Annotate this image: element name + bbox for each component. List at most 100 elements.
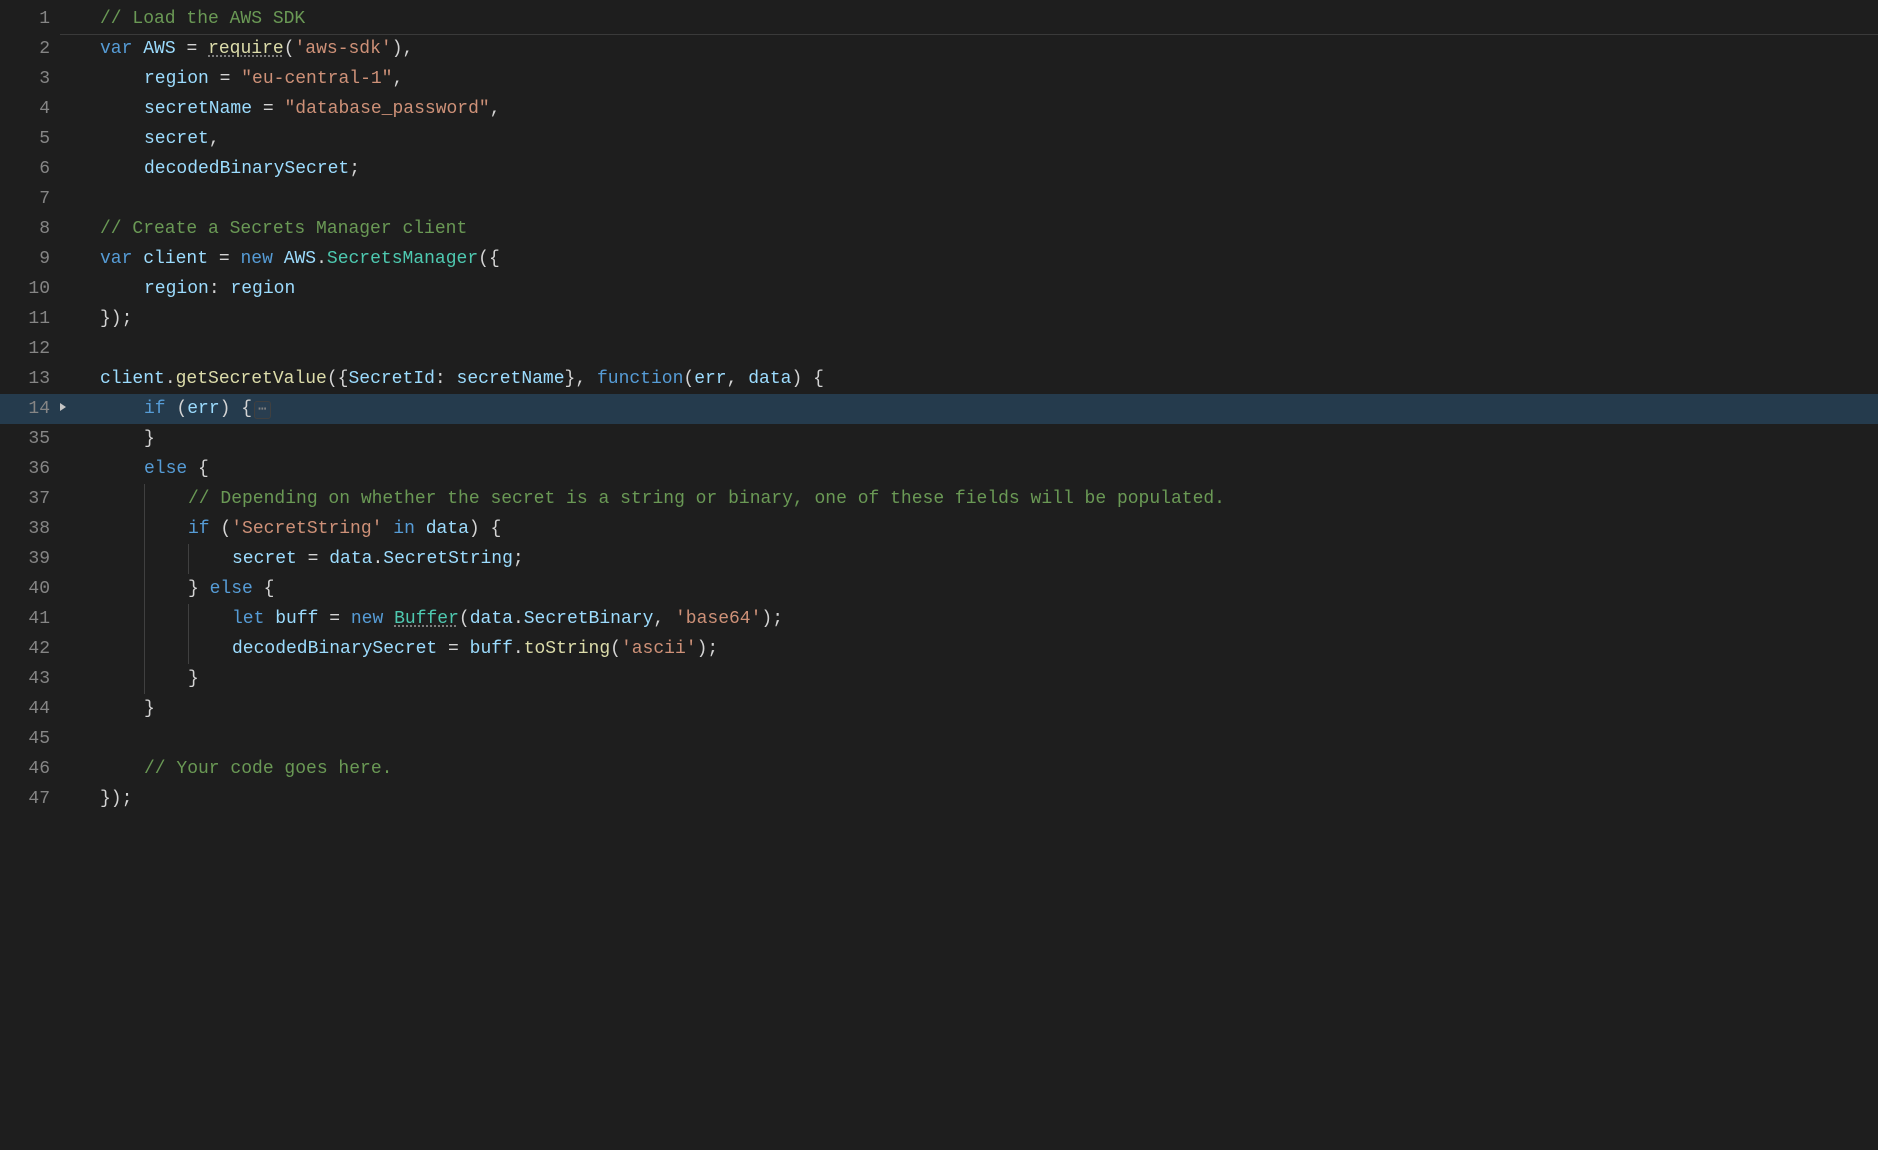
code-line[interactable]: 47}); xyxy=(0,784,1878,814)
line-number: 6 xyxy=(0,159,56,179)
code-content[interactable]: decodedBinarySecret = buff.toString('asc… xyxy=(232,639,1878,659)
line-number: 2 xyxy=(0,39,56,59)
code-content[interactable]: // Load the AWS SDK xyxy=(100,9,1878,29)
token-punc: ( xyxy=(220,519,231,539)
code-line[interactable]: 14 if (err) {⋯ xyxy=(0,394,1878,424)
fold-toggle-icon[interactable] xyxy=(56,401,78,417)
code-line[interactable]: 13client.getSecretValue({SecretId: secre… xyxy=(0,364,1878,394)
code-line[interactable]: 43} xyxy=(0,664,1878,694)
line-number: 42 xyxy=(0,639,56,659)
code-line[interactable]: 1// Load the AWS SDK xyxy=(0,4,1878,34)
line-number: 5 xyxy=(0,129,56,149)
token-var: SecretId xyxy=(348,369,434,389)
code-line[interactable]: 37// Depending on whether the secret is … xyxy=(0,484,1878,514)
code-content[interactable]: // Your code goes here. xyxy=(144,759,1878,779)
code-line[interactable]: 4secretName = "database_password", xyxy=(0,94,1878,124)
code-line[interactable]: 35} xyxy=(0,424,1878,454)
code-content[interactable]: secret, xyxy=(144,129,1878,149)
token-punc: . xyxy=(372,549,383,569)
token-def xyxy=(230,69,241,89)
code-content[interactable]: var client = new AWS.SecretsManager({ xyxy=(100,249,1878,269)
code-content[interactable]: } else { xyxy=(188,579,1878,599)
code-content[interactable]: var AWS = require('aws-sdk'), xyxy=(100,39,1878,59)
token-punc: , xyxy=(392,69,403,89)
token-punc: , xyxy=(490,99,501,119)
token-def xyxy=(480,519,491,539)
code-content[interactable]: if ('SecretString' in data) { xyxy=(188,519,1878,539)
indent-guides xyxy=(100,94,144,124)
token-punc: { xyxy=(813,369,824,389)
token-keyword: let xyxy=(232,609,264,629)
indent-guides xyxy=(100,634,232,664)
code-content[interactable]: decodedBinarySecret; xyxy=(144,159,1878,179)
code-line[interactable]: 38if ('SecretString' in data) { xyxy=(0,514,1878,544)
token-def xyxy=(664,609,675,629)
token-var: secret xyxy=(232,549,297,569)
token-def xyxy=(737,369,748,389)
code-content[interactable]: secret = data.SecretString; xyxy=(232,549,1878,569)
code-line[interactable]: 44} xyxy=(0,694,1878,724)
code-line[interactable]: 42 decodedBinarySecret = buff.toString('a… xyxy=(0,634,1878,664)
code-line[interactable]: 10region: region xyxy=(0,274,1878,304)
token-var: region xyxy=(144,69,209,89)
code-line[interactable]: 41let buff = new Buffer(data.SecretBinar… xyxy=(0,604,1878,634)
code-line[interactable]: 8 // Create a Secrets Manager client xyxy=(0,214,1878,244)
code-line[interactable]: 46// Your code goes here. xyxy=(0,754,1878,784)
token-keyword: new xyxy=(351,609,383,629)
token-punc: . xyxy=(165,369,176,389)
code-line[interactable]: 39secret = data.SecretString; xyxy=(0,544,1878,574)
code-line[interactable]: 3region = "eu-central-1", xyxy=(0,64,1878,94)
code-content[interactable]: region: region xyxy=(144,279,1878,299)
indent-guides xyxy=(100,604,232,634)
code-editor[interactable]: 1// Load the AWS SDK 2 var AWS = require('… xyxy=(0,0,1878,814)
code-line[interactable]: 40} else { xyxy=(0,574,1878,604)
code-line[interactable]: 11}); xyxy=(0,304,1878,334)
token-var: AWS xyxy=(284,249,316,269)
code-content[interactable]: else { xyxy=(144,459,1878,479)
token-def xyxy=(383,609,394,629)
code-content[interactable]: secretName = "database_password", xyxy=(144,99,1878,119)
code-content[interactable]: // Create a Secrets Manager client xyxy=(100,219,1878,239)
line-number: 9 xyxy=(0,249,56,269)
indent-guides xyxy=(100,544,232,574)
token-op: = xyxy=(220,69,231,89)
line-number: 14 xyxy=(0,399,56,419)
code-content[interactable]: if (err) {⋯ xyxy=(144,399,1878,419)
code-content[interactable]: } xyxy=(144,699,1878,719)
code-content[interactable]: client.getSecretValue({SecretId: secretN… xyxy=(100,369,1878,389)
fold-placeholder[interactable]: ⋯ xyxy=(254,401,270,419)
code-content[interactable]: region = "eu-central-1", xyxy=(144,69,1878,89)
code-content[interactable]: }); xyxy=(100,309,1878,329)
code-line[interactable]: 45 xyxy=(0,724,1878,754)
line-number: 8 xyxy=(0,219,56,239)
code-content[interactable]: } xyxy=(188,669,1878,689)
indent-guides xyxy=(100,664,188,694)
token-def xyxy=(230,249,241,269)
token-comment: // Depending on whether the secret is a … xyxy=(188,489,1225,509)
indent-guides xyxy=(100,574,188,604)
token-def xyxy=(437,639,448,659)
code-line[interactable]: 12 xyxy=(0,334,1878,364)
token-var: region xyxy=(230,279,295,299)
code-line[interactable]: 36else { xyxy=(0,454,1878,484)
token-punc: } xyxy=(188,669,199,689)
code-line[interactable]: 9 var client = new AWS.SecretsManager({ xyxy=(0,244,1878,274)
token-punc: : xyxy=(209,279,220,299)
token-func: toString xyxy=(524,639,610,659)
code-line[interactable]: 7 xyxy=(0,184,1878,214)
token-punc: ), xyxy=(392,39,414,59)
code-line[interactable]: 6 decodedBinarySecret; xyxy=(0,154,1878,184)
token-punc: } xyxy=(144,699,155,719)
token-def xyxy=(415,519,426,539)
code-content[interactable]: // Depending on whether the secret is a … xyxy=(188,489,1878,509)
token-punc: ( xyxy=(284,39,295,59)
token-def xyxy=(208,249,219,269)
code-line[interactable]: 5 secret, xyxy=(0,124,1878,154)
token-punc: ; xyxy=(349,159,360,179)
code-content[interactable]: let buff = new Buffer(data.SecretBinary,… xyxy=(232,609,1878,629)
token-keyword: var xyxy=(100,249,132,269)
code-line[interactable]: 2 var AWS = require('aws-sdk'), xyxy=(0,34,1878,64)
token-keyword: new xyxy=(240,249,272,269)
code-content[interactable]: }); xyxy=(100,789,1878,809)
code-content[interactable]: } xyxy=(144,429,1878,449)
